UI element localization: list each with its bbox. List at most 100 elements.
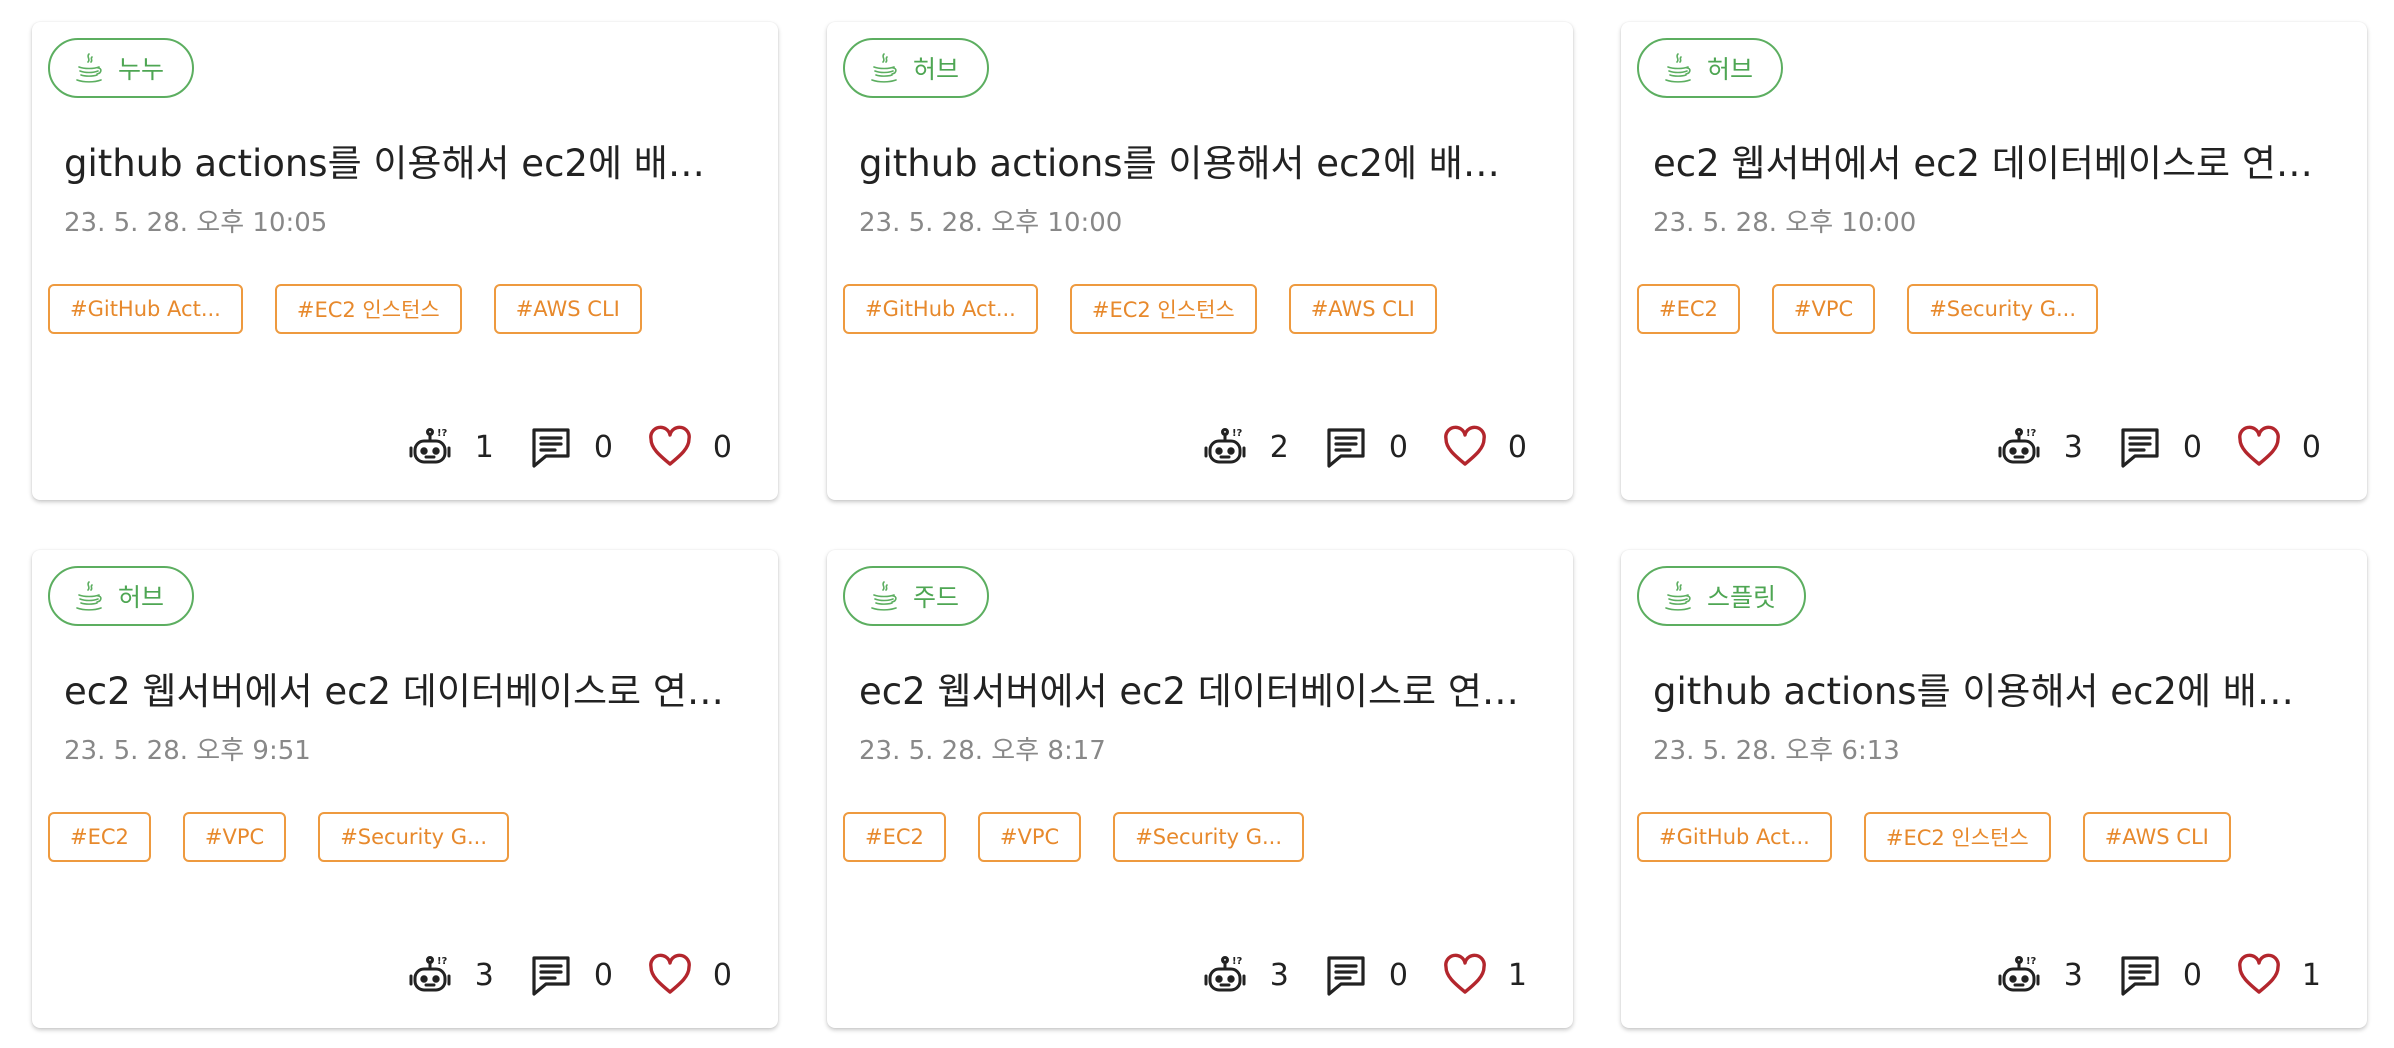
like-stat[interactable]: 1 xyxy=(1442,952,1527,998)
robot-icon: !? xyxy=(1204,952,1250,998)
post-title[interactable]: ec2 웹서버에서 ec2 데이터베이스로 연… xyxy=(64,668,724,716)
like-stat[interactable]: 0 xyxy=(647,952,732,998)
comment-icon xyxy=(528,952,574,998)
bot-stat: !? 3 xyxy=(1998,424,2083,470)
category-badge-label: 스플릿 xyxy=(1707,583,1777,612)
post-date: 23. 5. 28. 오후 10:00 xyxy=(859,208,1123,238)
robot-icon: !? xyxy=(409,952,455,998)
bot-stat: !? 3 xyxy=(1204,952,1289,998)
tag-chip[interactable]: #EC2 xyxy=(1637,284,1740,334)
heart-icon[interactable] xyxy=(2236,952,2282,998)
tag-chip[interactable]: #VPC xyxy=(182,812,287,862)
comment-icon xyxy=(1323,424,1369,470)
like-stat[interactable]: 0 xyxy=(1442,424,1527,470)
comment-stat: 0 xyxy=(2117,952,2202,998)
post-card[interactable]: 누누 github actions를 이용해서 ec2에 배포… 23. 5. … xyxy=(32,22,778,500)
comment-icon xyxy=(528,424,574,470)
bot-count: 3 xyxy=(1269,957,1289,993)
bot-count: 3 xyxy=(474,957,494,993)
bot-stat: !? 3 xyxy=(409,952,494,998)
tag-chip[interactable]: #AWS CLI xyxy=(2082,812,2231,862)
tag-chip[interactable]: #AWS CLI xyxy=(1288,284,1437,334)
post-date: 23. 5. 28. 오후 8:17 xyxy=(859,736,1106,766)
bot-count: 3 xyxy=(2063,957,2083,993)
tag-list: #GitHub Act... #EC2 인스턴스 #AWS CLI xyxy=(843,284,1437,334)
tag-chip[interactable]: #VPC xyxy=(977,812,1082,862)
post-card[interactable]: 허브 ec2 웹서버에서 ec2 데이터베이스로 연… 23. 5. 28. 오… xyxy=(32,550,778,1028)
robot-icon: !? xyxy=(409,424,455,470)
tag-chip[interactable]: #GitHub Act... xyxy=(843,284,1038,334)
category-badge[interactable]: 스플릿 xyxy=(1637,566,1807,626)
robot-icon: !? xyxy=(1204,424,1250,470)
tag-chip[interactable]: #GitHub Act... xyxy=(1637,812,1832,862)
bot-stat: !? 1 xyxy=(409,424,494,470)
comment-stat: 0 xyxy=(528,424,613,470)
tag-chip[interactable]: #VPC xyxy=(1771,284,1876,334)
category-badge-label: 허브 xyxy=(913,55,960,84)
tag-chip[interactable]: #EC2 인스턴스 xyxy=(1863,812,2051,862)
post-title[interactable]: github actions를 이용해서 ec2에 배포… xyxy=(859,140,1519,188)
post-title[interactable]: github actions를 이용해서 ec2에 배포… xyxy=(1653,668,2313,716)
heart-icon[interactable] xyxy=(647,952,693,998)
post-title[interactable]: github actions를 이용해서 ec2에 배포… xyxy=(64,140,724,188)
comment-stat: 0 xyxy=(2117,424,2202,470)
svg-text:!?: !? xyxy=(1232,956,1243,967)
heart-icon[interactable] xyxy=(2236,424,2282,470)
tag-list: #EC2 #VPC #Security G... xyxy=(1637,284,2098,334)
category-badge[interactable]: 허브 xyxy=(843,38,990,98)
like-count: 0 xyxy=(1507,429,1527,465)
comment-icon xyxy=(2117,952,2163,998)
tag-chip[interactable]: #Security G... xyxy=(318,812,509,862)
category-badge[interactable]: 허브 xyxy=(1637,38,1784,98)
post-stats: !? 2 0 0 xyxy=(1204,422,1527,472)
comment-count: 0 xyxy=(2182,957,2202,993)
post-card[interactable]: 스플릿 github actions를 이용해서 ec2에 배포… 23. 5.… xyxy=(1621,550,2367,1028)
post-card[interactable]: 허브 github actions를 이용해서 ec2에 배포… 23. 5. … xyxy=(827,22,1573,500)
post-title[interactable]: ec2 웹서버에서 ec2 데이터베이스로 연… xyxy=(1653,140,2313,188)
tag-list: #EC2 #VPC #Security G... xyxy=(843,812,1304,862)
heart-icon[interactable] xyxy=(1442,424,1488,470)
comment-count: 0 xyxy=(593,429,613,465)
post-title[interactable]: ec2 웹서버에서 ec2 데이터베이스로 연… xyxy=(859,668,1519,716)
bot-stat: !? 3 xyxy=(1998,952,2083,998)
tag-chip[interactable]: #EC2 xyxy=(843,812,946,862)
post-card-grid: 누누 github actions를 이용해서 ec2에 배포… 23. 5. … xyxy=(0,0,2394,1048)
tag-chip[interactable]: #Security G... xyxy=(1113,812,1304,862)
java-coffee-icon xyxy=(869,580,899,612)
java-coffee-icon xyxy=(74,52,104,84)
tag-chip[interactable]: #Security G... xyxy=(1907,284,2098,334)
comment-count: 0 xyxy=(2182,429,2202,465)
like-stat[interactable]: 1 xyxy=(2236,952,2321,998)
like-count: 0 xyxy=(712,957,732,993)
heart-icon[interactable] xyxy=(1442,952,1488,998)
tag-chip[interactable]: #GitHub Act... xyxy=(48,284,243,334)
category-badge[interactable]: 주드 xyxy=(843,566,990,626)
tag-chip[interactable]: #EC2 인스턴스 xyxy=(274,284,462,334)
like-stat[interactable]: 0 xyxy=(647,424,732,470)
bot-stat: !? 2 xyxy=(1204,424,1289,470)
bot-count: 3 xyxy=(2063,429,2083,465)
java-coffee-icon xyxy=(1663,580,1693,612)
tag-chip[interactable]: #AWS CLI xyxy=(493,284,642,334)
category-badge[interactable]: 누누 xyxy=(48,38,195,98)
category-badge-label: 주드 xyxy=(913,583,960,612)
comment-stat: 0 xyxy=(1323,424,1408,470)
post-stats: !? 3 0 0 xyxy=(409,950,732,1000)
like-stat[interactable]: 0 xyxy=(2236,424,2321,470)
heart-icon[interactable] xyxy=(647,424,693,470)
post-stats: !? 3 0 0 xyxy=(1998,422,2321,472)
comment-count: 0 xyxy=(1388,429,1408,465)
post-date: 23. 5. 28. 오후 10:00 xyxy=(1653,208,1917,238)
category-badge[interactable]: 허브 xyxy=(48,566,195,626)
post-stats: !? 3 0 1 xyxy=(1204,950,1527,1000)
comment-count: 0 xyxy=(1388,957,1408,993)
java-coffee-icon xyxy=(74,580,104,612)
post-stats: !? 1 0 0 xyxy=(409,422,732,472)
post-card[interactable]: 주드 ec2 웹서버에서 ec2 데이터베이스로 연… 23. 5. 28. 오… xyxy=(827,550,1573,1028)
comment-count: 0 xyxy=(593,957,613,993)
post-stats: !? 3 0 1 xyxy=(1998,950,2321,1000)
post-card[interactable]: 허브 ec2 웹서버에서 ec2 데이터베이스로 연… 23. 5. 28. 오… xyxy=(1621,22,2367,500)
tag-chip[interactable]: #EC2 xyxy=(48,812,151,862)
svg-text:!?: !? xyxy=(437,428,448,439)
tag-chip[interactable]: #EC2 인스턴스 xyxy=(1069,284,1257,334)
